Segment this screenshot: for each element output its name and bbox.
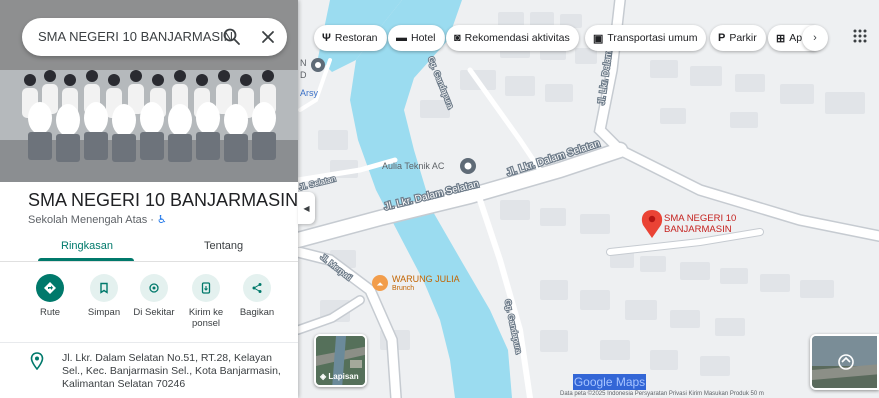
close-icon[interactable] [258, 27, 278, 47]
bookmark-icon [100, 282, 108, 294]
place-title: SMA NEGERI 10 BANJARMASIN [28, 190, 298, 210]
parking-icon: P [718, 32, 726, 44]
nearby-icon [149, 283, 159, 293]
chips-next-button[interactable]: › [802, 25, 828, 51]
map-footer[interactable]: Data peta ©2025 Indonesia Persyaratan Pr… [560, 391, 764, 397]
pharmacy-icon: ⊞ [776, 32, 786, 45]
transit-icon: ▣ [593, 32, 604, 45]
place-category: Sekolah Menengah Atas · ♿︎ [28, 214, 167, 226]
panel-divider [0, 342, 298, 343]
place-photo[interactable]: SMA NEGERI 10 BANJARMASIN [0, 0, 298, 182]
poi-aulia-marker [460, 158, 476, 174]
camera-icon: ◙ [454, 32, 461, 44]
active-tab-indicator [38, 258, 134, 261]
poi-left-n-label: N [300, 58, 307, 68]
chip-parkir[interactable]: P Parkir [710, 25, 766, 51]
share-button[interactable]: Bagikan [227, 270, 287, 318]
layers-button[interactable]: ◈ Lapisan [314, 334, 367, 387]
place-address[interactable]: Jl. Lkr. Dalam Selatan No.51, RT.28, Kel… [62, 352, 290, 391]
chip-rekomendasi[interactable]: ◙ Rekomendasi aktivitas [446, 25, 579, 51]
apps-grid-icon[interactable] [852, 28, 868, 44]
collapse-panel-button[interactable]: ◀ [298, 192, 315, 224]
nearby-button[interactable]: Di Sekitar [124, 270, 184, 318]
chevron-left-icon: ◀ [303, 203, 310, 213]
tab-ringkasan[interactable]: Ringkasan [61, 240, 113, 252]
chip-transportasi[interactable]: ▣ Transportasi umum [585, 25, 707, 51]
tab-tentang[interactable]: Tentang [204, 240, 243, 252]
directions-icon [44, 282, 56, 294]
hotel-icon: ▬ [396, 32, 407, 44]
poi-warung-label[interactable]: WARUNG JULIA [392, 274, 460, 284]
poi-warung-marker: ⏶ [372, 275, 388, 291]
action-buttons: Rute Simpan Di Sekitar Kirim ke ponsel B… [0, 270, 298, 340]
google-maps-logo: Google Maps [573, 374, 646, 390]
chip-restoran[interactable]: Ψ Restoran [314, 25, 387, 51]
directions-button[interactable]: Rute [20, 270, 80, 318]
street-view-thumbnail[interactable] [810, 334, 879, 390]
search-query[interactable]: SMA NEGERI 10 BANJARMASIN [38, 29, 233, 44]
layers-label: ◈ Lapisan [320, 372, 359, 381]
location-pin-icon [30, 352, 44, 370]
chip-hotel[interactable]: ▬ Hotel [388, 25, 445, 51]
wheelchair-icon: ♿︎ [157, 214, 167, 226]
send-to-phone-icon [201, 282, 211, 294]
poi-warung-sublabel: Brunch [392, 285, 415, 292]
svg-text:⏶: ⏶ [376, 280, 384, 290]
poi-north-marker [311, 58, 325, 72]
poi-arsy-label: Arsy [300, 88, 318, 98]
place-tabs: Ringkasan Tentang [0, 230, 298, 262]
maps-window: ⏶ Jl. Lkr. Dalam Selatan Jl. Lkr. Dalam … [0, 0, 879, 398]
place-panel: SMA NEGERI 10 BANJARMASIN SMA NEGERI 10 … [0, 0, 298, 398]
place-pin-label[interactable]: SMA NEGERI 10 BANJARMASIN [664, 213, 736, 235]
poi-left-d-label: D [300, 70, 307, 80]
search-icon[interactable] [222, 27, 242, 47]
share-icon [252, 283, 262, 293]
chevron-right-icon: › [813, 32, 817, 44]
search-box[interactable]: SMA NEGERI 10 BANJARMASIN [22, 18, 287, 56]
restaurant-icon: Ψ [322, 32, 331, 44]
poi-aulia-label[interactable]: Aulia Teknik AC [382, 161, 444, 171]
